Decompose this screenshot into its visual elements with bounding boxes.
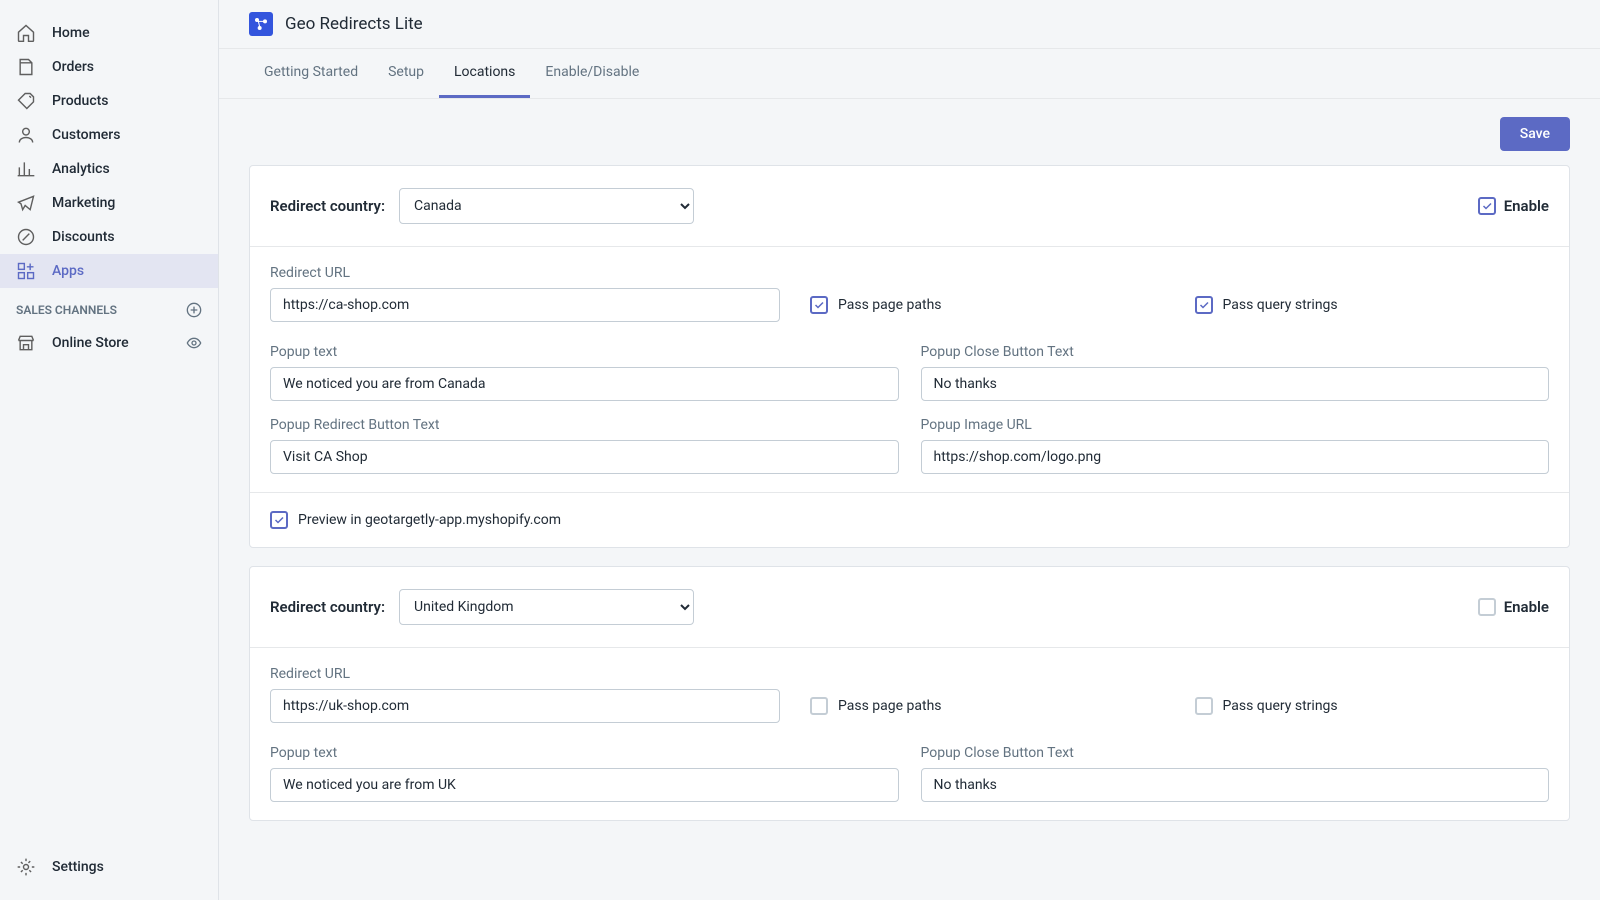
enable-checkbox[interactable] [1478,197,1496,215]
sidebar-item-settings[interactable]: Settings [0,850,218,884]
pass-paths-label: Pass page paths [838,297,942,313]
app-title: Geo Redirects Lite [285,14,423,34]
sidebar-item-label: Discounts [52,229,115,245]
settings-icon [16,857,36,877]
analytics-icon [16,159,36,179]
sidebar-item-customers[interactable]: Customers [0,118,218,152]
redirect-country-label: Redirect country: [270,197,385,215]
sidebar-item-label: Online Store [52,335,170,351]
popup-redirect-input[interactable] [270,440,899,474]
popup-redirect-label: Popup Redirect Button Text [270,417,899,433]
tab-enable-disable[interactable]: Enable/Disable [530,49,654,98]
tab-getting-started[interactable]: Getting Started [249,49,373,98]
pass-paths-label: Pass page paths [838,698,942,714]
card-footer: Preview in geotargetly-app.myshopify.com [250,492,1569,547]
popup-text-input[interactable] [270,768,899,802]
orders-icon [16,57,36,77]
tab-setup[interactable]: Setup [373,49,439,98]
card-header: Redirect country: Canada Enable [250,166,1569,246]
sidebar-item-products[interactable]: Products [0,84,218,118]
sidebar-item-label: Settings [52,859,104,875]
marketing-icon [16,193,36,213]
sidebar-item-apps[interactable]: Apps [0,254,218,288]
products-icon [16,91,36,111]
view-store-icon[interactable] [186,335,202,351]
redirect-url-label: Redirect URL [270,265,780,281]
redirect-url-input[interactable] [270,689,780,723]
sidebar-item-label: Customers [52,127,120,143]
card-header: Redirect country: United Kingdom Enable [250,567,1569,647]
redirect-country-select[interactable]: Canada [399,188,694,224]
sidebar-item-marketing[interactable]: Marketing [0,186,218,220]
discounts-icon [16,227,36,247]
popup-close-label: Popup Close Button Text [921,344,1550,360]
enable-label: Enable [1504,197,1549,215]
enable-checkbox[interactable] [1478,598,1496,616]
apps-icon [16,261,36,281]
preview-checkbox[interactable]: Preview in geotargetly-app.myshopify.com [270,511,1549,529]
redirect-country-select[interactable]: United Kingdom [399,589,694,625]
home-icon [16,23,36,43]
pass-query-checkbox[interactable]: Pass query strings [1195,697,1338,715]
redirect-country-label: Redirect country: [270,598,385,616]
sidebar-item-online-store[interactable]: Online Store [0,326,218,360]
tabs: Getting Started Setup Locations Enable/D… [219,49,1600,99]
pass-paths-checkbox[interactable]: Pass page paths [810,296,942,314]
app-header: Geo Redirects Lite [219,0,1600,49]
sales-channels-header: SALES CHANNELS [0,288,218,326]
app-logo-icon [249,12,273,36]
popup-text-label: Popup text [270,344,899,360]
card-body: Redirect URL Pass page paths Pass query … [250,647,1569,820]
add-channel-icon[interactable] [186,302,202,318]
content-area: Save Redirect country: Canada Enable Red… [219,99,1600,869]
popup-close-label: Popup Close Button Text [921,745,1550,761]
pass-paths-checkbox[interactable]: Pass page paths [810,697,942,715]
sidebar-item-label: Analytics [52,161,110,177]
sidebar-item-orders[interactable]: Orders [0,50,218,84]
sidebar: Home Orders Products Customers Analytics… [0,0,218,900]
pass-query-checkbox[interactable]: Pass query strings [1195,296,1338,314]
sales-channels-label: SALES CHANNELS [16,303,117,317]
pass-query-label: Pass query strings [1223,297,1338,313]
redirect-url-input[interactable] [270,288,780,322]
tab-locations[interactable]: Locations [439,49,530,98]
pass-query-label: Pass query strings [1223,698,1338,714]
store-icon [16,333,36,353]
sidebar-item-label: Products [52,93,109,109]
redirect-url-label: Redirect URL [270,666,780,682]
popup-image-label: Popup Image URL [921,417,1550,433]
sidebar-item-home[interactable]: Home [0,16,218,50]
sidebar-item-label: Apps [52,263,84,279]
popup-text-label: Popup text [270,745,899,761]
customers-icon [16,125,36,145]
popup-image-input[interactable] [921,440,1550,474]
popup-text-input[interactable] [270,367,899,401]
preview-label: Preview in geotargetly-app.myshopify.com [298,512,561,528]
popup-close-input[interactable] [921,768,1550,802]
popup-close-input[interactable] [921,367,1550,401]
enable-label: Enable [1504,598,1549,616]
sidebar-item-label: Home [52,25,90,41]
main-content: Geo Redirects Lite Getting Started Setup… [218,0,1600,900]
redirect-card: Redirect country: Canada Enable Redirect… [249,165,1570,548]
sidebar-item-label: Marketing [52,195,115,211]
sidebar-item-analytics[interactable]: Analytics [0,152,218,186]
save-row: Save [249,117,1570,151]
sidebar-item-discounts[interactable]: Discounts [0,220,218,254]
sidebar-item-label: Orders [52,59,94,75]
save-button[interactable]: Save [1500,117,1570,151]
redirect-card: Redirect country: United Kingdom Enable … [249,566,1570,821]
card-body: Redirect URL Pass page paths Pass query … [250,246,1569,492]
